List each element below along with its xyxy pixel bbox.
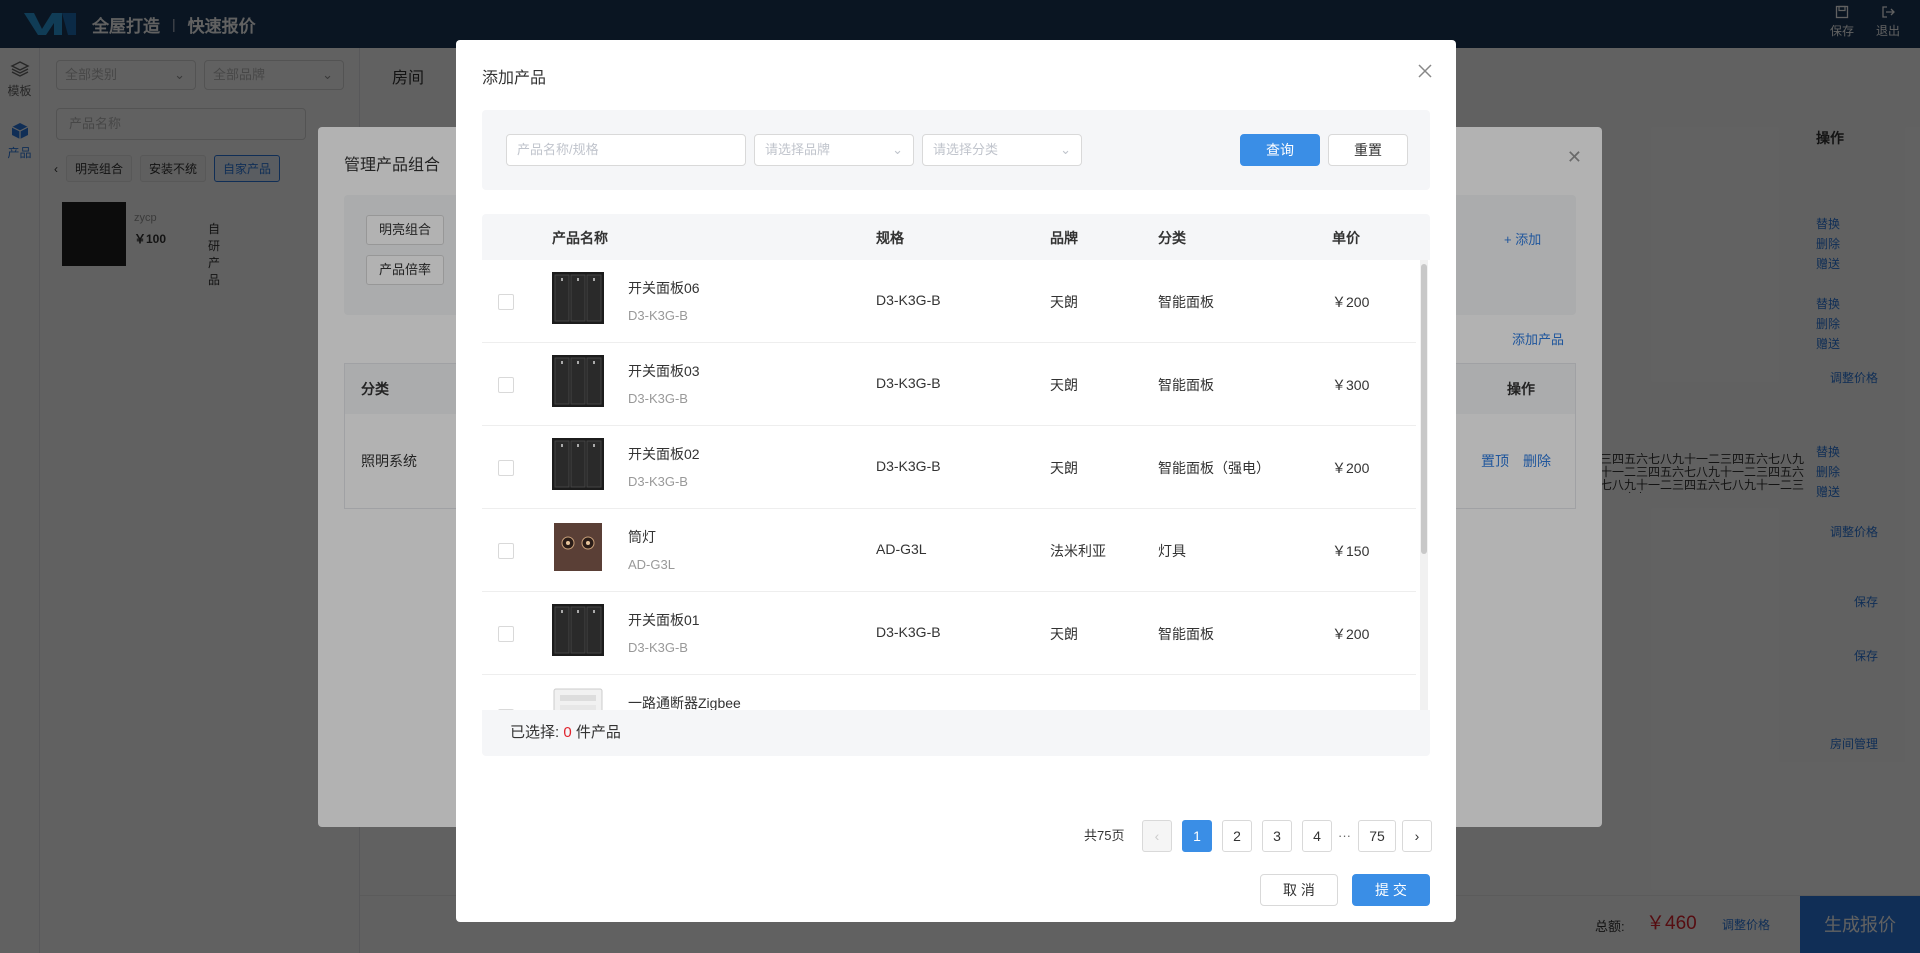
product-name: 开关面板06	[628, 280, 700, 296]
page-2[interactable]: 2	[1222, 820, 1252, 852]
brand-placeholder: 请选择品牌	[765, 142, 831, 157]
selected-suffix: 件产品	[571, 724, 621, 741]
product-brand: 天朗	[1050, 377, 1078, 393]
table-row[interactable]: 一路通断器ZigbeeBG-TDYL-ZT1BG-TDYL-ZT1BIGIN通用…	[482, 675, 1416, 710]
page-1[interactable]: 1	[1182, 820, 1212, 852]
downlight-icon	[554, 523, 602, 571]
list-scrollbar[interactable]	[1420, 260, 1428, 710]
product-sku: AD-G3L	[628, 557, 675, 572]
list-header: 产品名称 规格 品牌 分类 单价	[482, 214, 1430, 260]
add-product-dialog: 添加产品 产品名称/规格 请选择品牌 ⌄ 请选择分类 ⌄ 查询 重置 产品名称 …	[456, 40, 1456, 922]
col-name: 产品名称	[552, 230, 608, 246]
col-spec: 规格	[876, 230, 904, 246]
category-placeholder: 请选择分类	[933, 142, 999, 157]
table-row[interactable]: 开关面板01 D3-K3G-B D3-K3G-B 天朗 智能面板 ￥200	[482, 592, 1416, 675]
category-select[interactable]: 请选择分类 ⌄	[922, 134, 1082, 166]
product-brand: 天朗	[1050, 294, 1078, 310]
product-name: 开关面板02	[628, 446, 700, 462]
product-price: ￥200	[1332, 626, 1370, 642]
row-checkbox[interactable]	[498, 460, 514, 476]
product-category: 智能面板	[1158, 626, 1214, 642]
col-brand: 品牌	[1050, 230, 1078, 246]
product-name: 筒灯	[628, 529, 656, 545]
product-name: 开关面板01	[628, 612, 700, 628]
product-brand: 天朗	[1050, 626, 1078, 642]
row-checkbox[interactable]	[498, 626, 514, 642]
page-3[interactable]: 3	[1262, 820, 1292, 852]
switch-panel-icon	[552, 604, 604, 656]
dialog-title: 添加产品	[482, 70, 547, 87]
selected-count: 0	[563, 724, 572, 741]
product-category: 智能面板	[1158, 377, 1214, 393]
page-4[interactable]: 4	[1302, 820, 1332, 852]
table-row[interactable]: 筒灯 AD-G3L AD-G3L 法米利亚 灯具 ￥150	[482, 509, 1416, 592]
scrollbar-thumb[interactable]	[1421, 264, 1427, 554]
brand-select[interactable]: 请选择品牌 ⌄	[754, 134, 914, 166]
product-spec: D3-K3G-B	[876, 458, 941, 474]
pager-total: 共75页	[1084, 828, 1125, 843]
product-price: ￥300	[1332, 377, 1370, 393]
switch-panel-icon	[552, 272, 604, 324]
product-sku: D3-K3G-B	[628, 308, 688, 323]
product-spec: D3-K3G-B	[876, 375, 941, 391]
row-checkbox[interactable]	[498, 377, 514, 393]
product-category: 灯具	[1158, 543, 1186, 559]
product-spec: AD-G3L	[876, 541, 927, 557]
col-price: 单价	[1332, 230, 1360, 246]
pager-ellipsis: ···	[1338, 828, 1351, 843]
row-checkbox[interactable]	[498, 543, 514, 559]
product-sku: D3-K3G-B	[628, 391, 688, 406]
chevron-down-icon: ⌄	[892, 142, 903, 157]
relay-module-icon	[553, 688, 603, 710]
cancel-button[interactable]: 取 消	[1260, 874, 1338, 906]
reset-button[interactable]: 重置	[1328, 134, 1408, 166]
page-last[interactable]: 75	[1358, 820, 1396, 852]
switch-panel-icon	[552, 438, 604, 490]
name-spec-placeholder: 产品名称/规格	[517, 142, 599, 157]
product-brand: 法米利亚	[1050, 543, 1106, 559]
product-category: 智能面板（强电）	[1158, 460, 1270, 476]
product-spec: D3-K3G-B	[876, 624, 941, 640]
table-row[interactable]: 开关面板06 D3-K3G-B D3-K3G-B 天朗 智能面板 ￥200	[482, 260, 1416, 343]
col-category: 分类	[1158, 230, 1186, 246]
product-sku: D3-K3G-B	[628, 640, 688, 655]
table-row[interactable]: 开关面板03 D3-K3G-B D3-K3G-B 天朗 智能面板 ￥300	[482, 343, 1416, 426]
product-category: 智能面板	[1158, 294, 1214, 310]
chevron-down-icon: ⌄	[1060, 142, 1071, 157]
query-button[interactable]: 查询	[1240, 134, 1320, 166]
selected-prefix: 已选择:	[510, 724, 564, 741]
prev-page-button[interactable]: ‹	[1142, 820, 1172, 852]
row-checkbox[interactable]	[498, 294, 514, 310]
name-spec-input[interactable]: 产品名称/规格	[506, 134, 746, 166]
product-spec: D3-K3G-B	[876, 292, 941, 308]
product-price: ￥200	[1332, 294, 1370, 310]
switch-panel-icon	[552, 355, 604, 407]
product-name: 开关面板03	[628, 363, 700, 379]
next-page-button[interactable]: ›	[1402, 820, 1432, 852]
product-name: 一路通断器Zigbee	[628, 695, 741, 710]
submit-button[interactable]: 提 交	[1352, 874, 1430, 906]
product-brand: 天朗	[1050, 460, 1078, 476]
table-row[interactable]: 开关面板02 D3-K3G-B D3-K3G-B 天朗 智能面板（强电） ￥200	[482, 426, 1416, 509]
product-list: 产品名称 规格 品牌 分类 单价 开关面板06 D3-K3G-B D3-K3G-B 天…	[482, 214, 1430, 756]
list-rows: 开关面板06 D3-K3G-B D3-K3G-B 天朗 智能面板 ￥200 开关面板03 D3…	[482, 260, 1430, 710]
search-box: 产品名称/规格 请选择品牌 ⌄ 请选择分类 ⌄ 查询 重置	[482, 110, 1430, 190]
product-sku: D3-K3G-B	[628, 474, 688, 489]
selection-summary: 已选择: 0 件产品	[482, 710, 1430, 756]
product-price: ￥150	[1332, 543, 1370, 559]
close-icon[interactable]	[1416, 62, 1434, 80]
product-price: ￥200	[1332, 460, 1370, 476]
